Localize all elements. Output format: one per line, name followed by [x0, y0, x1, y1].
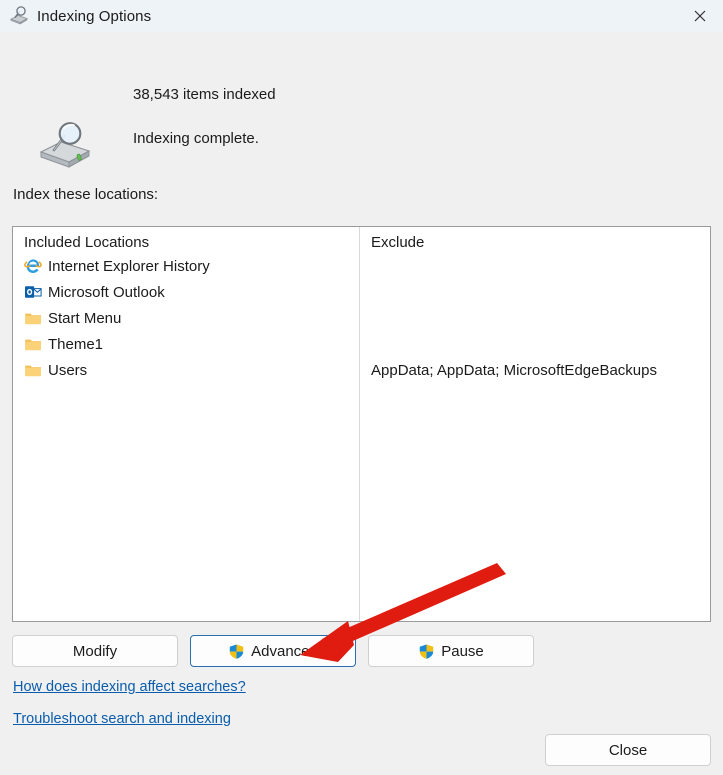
advanced-button[interactable]: Advanced: [190, 635, 356, 667]
list-item[interactable]: Microsoft Outlook: [13, 279, 359, 305]
index-locations-label: Index these locations:: [13, 186, 159, 203]
list-item-label: Start Menu: [48, 309, 122, 327]
indexing-status-area: 38,543 items indexed Indexing complete.: [0, 32, 723, 177]
list-item[interactable]: Start Menu: [13, 305, 359, 331]
folder-icon: [25, 313, 41, 325]
list-item-label: Internet Explorer History: [48, 257, 210, 275]
window-title: Indexing Options: [37, 7, 152, 25]
close-button[interactable]: Close: [545, 734, 711, 766]
list-item-label: Theme1: [48, 335, 104, 353]
outlook-icon: [25, 286, 42, 298]
list-item-label: Microsoft Outlook: [48, 283, 165, 301]
modify-button[interactable]: Modify: [12, 635, 178, 667]
close-icon[interactable]: [677, 0, 723, 32]
included-locations-column: Included Locations Internet Explorer His…: [13, 227, 359, 383]
exclude-empty-cell: [360, 253, 710, 279]
troubleshoot-search-and-indexing-link[interactable]: Troubleshoot search and indexing: [13, 711, 231, 727]
list-item-label: Users: [48, 361, 88, 379]
exclude-column: Exclude AppData; AppData; MicrosoftEdgeB…: [360, 227, 710, 383]
internet-explorer-icon: [24, 259, 42, 273]
close-button-label: Close: [608, 741, 648, 759]
modify-button-label: Modify: [72, 642, 118, 660]
folder-icon: [25, 365, 41, 377]
exclude-value: AppData; AppData; MicrosoftEdgeBackups: [371, 361, 657, 379]
uac-shield-icon: [228, 642, 245, 660]
pause-button[interactable]: Pause: [368, 635, 534, 667]
close-glyph: [694, 10, 706, 22]
uac-shield-icon: [418, 642, 435, 660]
indexed-locations-listbox[interactable]: Included Locations Internet Explorer His…: [12, 226, 711, 622]
indexing-state-text: Indexing complete.: [133, 130, 259, 147]
drive-search-icon: [39, 122, 91, 168]
advanced-button-label: Advanced: [251, 642, 318, 660]
list-item[interactable]: Theme1: [13, 331, 359, 357]
exclude-header: Exclude: [371, 234, 425, 251]
indexing-search-icon: [10, 6, 28, 25]
exclude-empty-cell: [360, 331, 710, 357]
items-indexed-text: 38,543 items indexed: [133, 86, 276, 103]
pause-button-label: Pause: [441, 642, 484, 660]
folder-icon: [25, 339, 41, 351]
included-locations-rows: Internet Explorer History Microsoft Outlo…: [13, 253, 359, 383]
exclude-empty-cell: [360, 279, 710, 305]
how-does-indexing-affect-searches-link[interactable]: How does indexing affect searches?: [13, 679, 246, 695]
exclude-empty-cell: [360, 305, 710, 331]
exclude-rows: AppData; AppData; MicrosoftEdgeBackups: [360, 253, 710, 383]
action-button-row: Modify Advanced Pause: [12, 635, 711, 667]
title-bar: Indexing Options: [0, 0, 723, 32]
included-locations-header: Included Locations: [24, 234, 150, 251]
list-item[interactable]: Users: [13, 357, 359, 383]
list-item[interactable]: Internet Explorer History: [13, 253, 359, 279]
